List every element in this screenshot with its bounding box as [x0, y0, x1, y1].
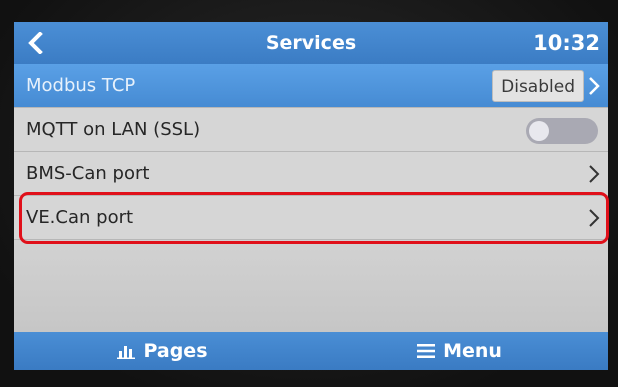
toggle-knob — [529, 121, 549, 141]
bar-chart-icon — [117, 346, 136, 359]
clock: 10:32 — [533, 31, 600, 55]
hamburger-menu-icon — [417, 344, 436, 358]
list-item-modbus-tcp[interactable]: Modbus TCP Disabled — [14, 64, 608, 108]
list-item-label: MQTT on LAN (SSL) — [26, 119, 201, 140]
list-item-bms-can-port[interactable]: BMS-Can port — [14, 152, 608, 196]
mqtt-ssl-toggle[interactable] — [526, 118, 598, 144]
list-item-label: Modbus TCP — [26, 75, 136, 96]
menu-button[interactable]: Menu — [311, 332, 608, 370]
page-title: Services — [265, 32, 357, 54]
pages-label: Pages — [143, 340, 208, 362]
pages-button[interactable]: Pages — [14, 332, 311, 370]
chevron-right-icon — [588, 164, 600, 184]
header-bar: Services 10:32 — [14, 22, 608, 64]
chevron-right-icon — [588, 76, 600, 96]
highlight-frame — [19, 192, 609, 244]
menu-label: Menu — [443, 340, 502, 362]
empty-list-area — [14, 240, 608, 332]
list-item-mqtt-ssl[interactable]: MQTT on LAN (SSL) — [14, 108, 608, 152]
modbus-status-value: Disabled — [492, 70, 584, 102]
footer-bar: Pages Menu — [14, 332, 608, 370]
list-item-label: BMS-Can port — [26, 163, 150, 184]
